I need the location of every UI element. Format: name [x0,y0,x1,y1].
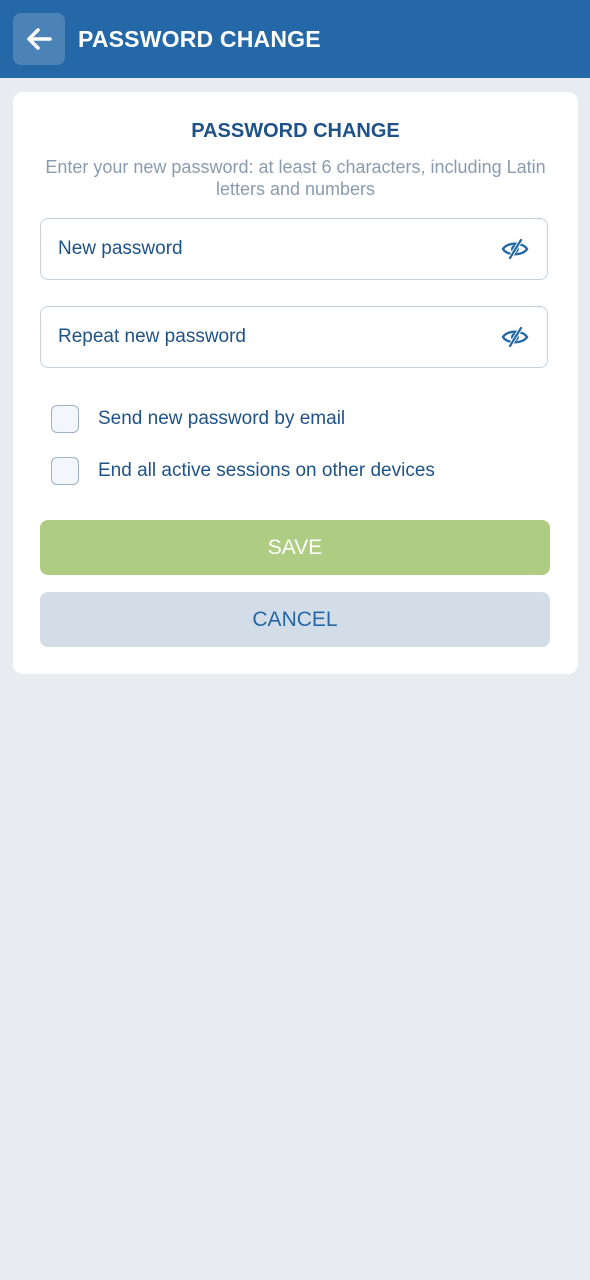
repeat-password-field [40,306,548,368]
new-password-input[interactable] [58,219,478,278]
save-button[interactable]: SAVE [40,520,550,575]
arrow-left-icon [27,28,52,50]
app-bar: PASSWORD CHANGE [0,0,590,78]
form-subtitle: Enter your new password: at least 6 char… [45,157,546,199]
eye-slash-icon[interactable] [501,237,529,261]
form-title: PASSWORD CHANGE [191,120,400,142]
cancel-button[interactable]: CANCEL [40,592,550,647]
send-email-checkbox-label: Send new password by email [98,408,346,429]
repeat-password-input[interactable] [58,307,478,366]
page-title: PASSWORD CHANGE [78,26,321,52]
end-sessions-checkbox[interactable] [51,457,79,485]
end-sessions-checkbox-row[interactable]: End all active sessions on other devices [51,457,551,487]
new-password-field [40,218,548,280]
password-change-card: PASSWORD CHANGE Enter your new password:… [13,92,578,674]
back-button[interactable] [13,13,65,65]
send-email-checkbox[interactable] [51,405,79,433]
send-email-checkbox-row[interactable]: Send new password by email [51,405,551,435]
eye-slash-icon[interactable] [501,325,529,349]
end-sessions-checkbox-label: End all active sessions on other devices [98,460,435,481]
